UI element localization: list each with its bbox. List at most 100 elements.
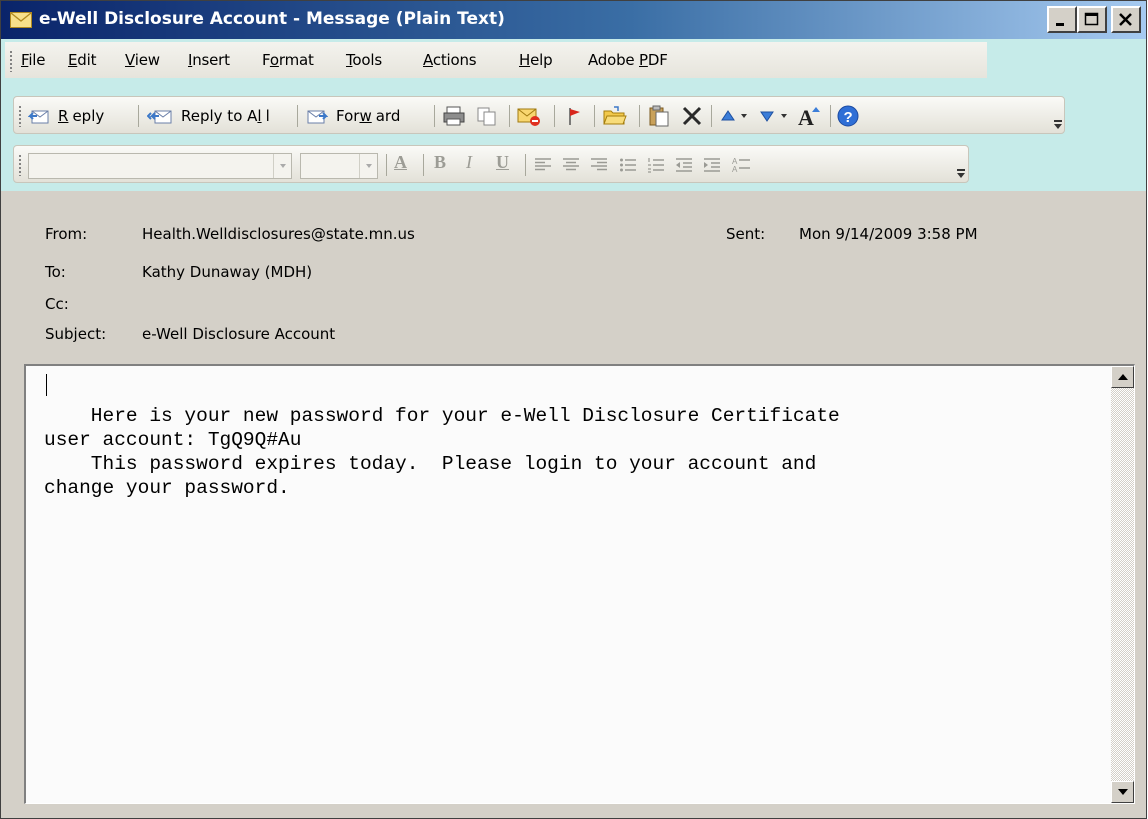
align-right-button[interactable]	[590, 151, 608, 179]
next-item-dropdown[interactable]	[780, 102, 788, 130]
toolbar-separator	[138, 105, 139, 127]
maximize-button[interactable]	[1077, 6, 1107, 33]
menu-actions[interactable]: Actions	[423, 51, 477, 69]
toolbar-options-icon[interactable]	[1054, 120, 1062, 130]
minimize-button[interactable]	[1047, 6, 1077, 33]
copy-button[interactable]	[476, 102, 498, 130]
menu-bar: File Edit View Insert Format Tools Actio…	[5, 42, 987, 78]
move-to-folder-button[interactable]	[602, 102, 628, 130]
decrease-indent-icon	[676, 158, 692, 172]
to-label: To:	[45, 263, 66, 281]
styles-button[interactable]: AA	[731, 151, 751, 179]
toolbar-options-icon[interactable]	[957, 169, 965, 179]
help-button[interactable]: ?	[837, 102, 859, 130]
menu-grip[interactable]	[9, 50, 13, 72]
menu-adobe-pdf[interactable]: Adobe PDF	[588, 51, 668, 69]
message-body[interactable]: Here is your new password for your e-Wel…	[24, 364, 1135, 804]
paste-button[interactable]	[647, 102, 671, 130]
message-text[interactable]: Here is your new password for your e-Wel…	[44, 404, 840, 500]
previous-item-dropdown[interactable]	[740, 102, 748, 130]
close-button[interactable]	[1111, 6, 1141, 33]
toolbar-separator	[434, 105, 435, 127]
increase-indent-button[interactable]	[703, 151, 721, 179]
reply-all-icon	[147, 110, 172, 124]
font-name-combo[interactable]	[28, 153, 292, 179]
font-size-combo[interactable]	[300, 153, 378, 179]
standard-toolbar: Reply Reply to Al l Forw ard A ?	[13, 96, 1065, 134]
font-size-button[interactable]: A	[797, 102, 823, 130]
vertical-scrollbar[interactable]	[1111, 366, 1134, 803]
font-name-dropdown[interactable]	[273, 154, 291, 178]
align-left-button[interactable]	[534, 151, 552, 179]
folder-icon	[603, 106, 627, 125]
reply-icon	[28, 110, 49, 124]
copy-icon	[477, 107, 496, 126]
window-title: e-Well Disclosure Account - Message (Pla…	[39, 9, 505, 29]
toolbar-separator	[525, 154, 526, 176]
menu-view[interactable]: View	[125, 51, 160, 69]
align-center-icon	[563, 158, 579, 171]
formatting-toolbar: A B I U A A	[13, 145, 969, 183]
toolbar-separator	[639, 105, 640, 127]
chevron-down-icon	[280, 164, 286, 168]
toolbar-separator	[423, 154, 424, 176]
message-header: From: Health.Welldisclosures@state.mn.us…	[1, 191, 1146, 361]
down-arrow-icon	[760, 111, 774, 122]
previous-item-button[interactable]	[720, 102, 736, 130]
follow-up-button[interactable]	[566, 102, 584, 130]
scroll-down-arrow-icon	[1118, 789, 1128, 795]
font-size-icon: A	[798, 105, 820, 128]
menu-edit[interactable]: Edit	[68, 51, 96, 69]
delete-button[interactable]	[681, 102, 703, 130]
toolbar-separator	[830, 105, 831, 127]
toolbar-separator	[554, 105, 555, 127]
delete-x-icon	[682, 106, 702, 126]
message-window: e-Well Disclosure Account - Message (Pla…	[0, 0, 1147, 819]
reply-button[interactable]: Reply	[28, 102, 104, 130]
underline-button[interactable]: U	[496, 152, 509, 173]
printer-icon	[443, 106, 465, 126]
toolbar-grip[interactable]	[18, 154, 22, 176]
next-item-button[interactable]	[759, 102, 775, 130]
from-value[interactable]: Health.Welldisclosures@state.mn.us	[142, 225, 415, 243]
svg-text:?: ?	[844, 109, 853, 126]
menu-help[interactable]: Help	[519, 51, 553, 69]
subject-value: e-Well Disclosure Account	[142, 325, 336, 343]
menu-insert[interactable]: Insert	[188, 51, 230, 69]
menu-format[interactable]: Format	[262, 51, 314, 69]
bold-button[interactable]: B	[434, 152, 446, 173]
menu-tools[interactable]: Tools	[346, 51, 382, 69]
envelope-delete-icon	[517, 108, 540, 126]
print-button[interactable]	[442, 102, 466, 130]
align-center-button[interactable]	[562, 151, 580, 179]
mark-unread-button[interactable]	[516, 102, 542, 130]
clipboard-icon	[649, 105, 669, 127]
scroll-down-button[interactable]	[1111, 781, 1134, 803]
numbering-icon	[648, 158, 664, 173]
sent-value: Mon 9/14/2009 3:58 PM	[799, 225, 978, 243]
font-size-dropdown[interactable]	[359, 154, 377, 178]
align-right-icon	[591, 158, 607, 171]
up-arrow-icon	[721, 110, 735, 121]
command-bars: File Edit View Insert Format Tools Actio…	[1, 39, 1146, 191]
scroll-up-button[interactable]	[1111, 366, 1134, 388]
title-bar[interactable]: e-Well Disclosure Account - Message (Pla…	[1, 1, 1146, 39]
svg-text:A: A	[798, 105, 814, 128]
toolbar-grip[interactable]	[18, 105, 22, 127]
cc-label: Cc:	[45, 295, 69, 313]
decrease-indent-button[interactable]	[675, 151, 693, 179]
forward-icon	[307, 110, 328, 124]
flag-icon	[569, 108, 580, 125]
chevron-down-icon	[781, 114, 787, 118]
to-value[interactable]: Kathy Dunaway (MDH)	[142, 263, 312, 281]
numbering-button[interactable]	[647, 151, 665, 179]
forward-button[interactable]: Forw ard	[306, 102, 400, 130]
bullets-button[interactable]	[619, 151, 637, 179]
menu-file[interactable]: File	[21, 51, 46, 69]
chevron-down-icon	[741, 114, 747, 118]
from-label: From:	[45, 225, 88, 243]
reply-to-all-button[interactable]: Reply to Al l	[147, 102, 270, 130]
font-color-button[interactable]: A	[394, 152, 407, 173]
svg-text:A: A	[732, 165, 738, 174]
italic-button[interactable]: I	[466, 152, 472, 173]
